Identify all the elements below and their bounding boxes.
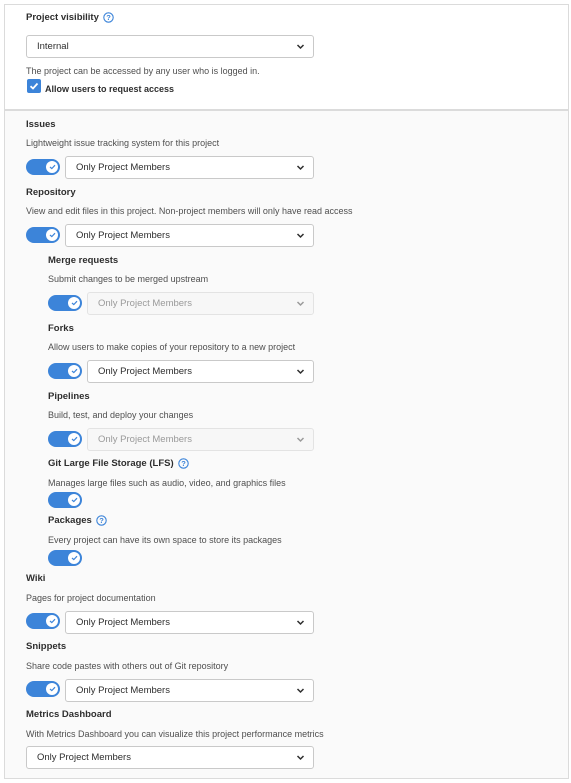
toggle-knob bbox=[46, 161, 58, 173]
check-icon bbox=[49, 164, 55, 170]
visibility-select[interactable]: Internal bbox=[26, 35, 314, 58]
snippets-access-select[interactable]: Only Project Members bbox=[65, 679, 314, 702]
metrics-title: Metrics Dashboard bbox=[26, 709, 112, 720]
svg-text:?: ? bbox=[99, 516, 104, 525]
merge-requests-title: Merge requests bbox=[48, 255, 119, 266]
toggle-knob bbox=[68, 365, 80, 377]
lfs-title: Git Large File Storage (LFS) bbox=[48, 458, 174, 469]
lfs-toggle[interactable] bbox=[48, 492, 82, 508]
repository-description: View and edit files in this project. Non… bbox=[26, 206, 353, 216]
repository-access-select[interactable]: Only Project Members bbox=[65, 224, 314, 247]
toggle-knob bbox=[68, 433, 80, 445]
pipelines-toggle[interactable] bbox=[48, 431, 82, 447]
toggle-knob bbox=[68, 297, 80, 309]
lfs-description: Manages large files such as audio, video… bbox=[48, 478, 286, 488]
check-icon bbox=[71, 300, 77, 306]
toggle-knob bbox=[46, 229, 58, 241]
svg-text:?: ? bbox=[106, 13, 111, 22]
question-circle-icon[interactable]: ? bbox=[103, 12, 114, 23]
pipelines-title: Pipelines bbox=[48, 391, 90, 402]
merge-requests-access-select: Only Project Members bbox=[87, 292, 314, 315]
issues-title: Issues bbox=[26, 119, 56, 130]
snippets-description: Share code pastes with others out of Git… bbox=[26, 661, 229, 671]
issues-toggle[interactable] bbox=[26, 159, 60, 175]
wiki-toggle[interactable] bbox=[26, 613, 60, 629]
pipelines-access-select: Only Project Members bbox=[87, 428, 314, 451]
issues-access-value: Only Project Members bbox=[76, 162, 170, 173]
packages-toggle[interactable] bbox=[48, 550, 82, 566]
chevron-down-icon bbox=[296, 755, 305, 761]
packages-heading: Packages ? bbox=[48, 515, 107, 526]
question-circle-icon[interactable]: ? bbox=[177, 458, 189, 469]
question-circle-icon[interactable]: ? bbox=[96, 515, 107, 526]
toggle-knob bbox=[68, 552, 80, 564]
pipelines-access-value: Only Project Members bbox=[98, 434, 192, 445]
snippets-title: Snippets bbox=[26, 641, 67, 652]
wiki-title: Wiki bbox=[26, 573, 46, 584]
lfs-heading: Git Large File Storage (LFS) ? bbox=[48, 458, 189, 469]
forks-title: Forks bbox=[48, 323, 74, 334]
wiki-description: Pages for project documentation bbox=[26, 593, 156, 603]
chevron-down-icon bbox=[296, 369, 305, 375]
merge-requests-description: Submit changes to be merged upstream bbox=[48, 274, 209, 284]
repository-access-value: Only Project Members bbox=[76, 230, 170, 241]
metrics-access-select[interactable]: Only Project Members bbox=[26, 746, 314, 769]
chevron-down-icon bbox=[296, 165, 305, 171]
check-icon bbox=[49, 232, 55, 238]
chevron-down-icon bbox=[296, 437, 305, 443]
issues-description: Lightweight issue tracking system for th… bbox=[26, 138, 220, 148]
metrics-access-value: Only Project Members bbox=[37, 752, 131, 763]
visibility-title: Project visibility bbox=[26, 12, 99, 23]
chevron-down-icon bbox=[296, 688, 305, 694]
check-icon bbox=[29, 82, 39, 90]
toggle-knob bbox=[68, 494, 80, 506]
check-icon bbox=[71, 497, 77, 503]
chevron-down-icon bbox=[296, 233, 305, 239]
packages-description: Every project can have its own space to … bbox=[48, 535, 282, 545]
snippets-access-value: Only Project Members bbox=[76, 685, 170, 696]
wiki-access-select[interactable]: Only Project Members bbox=[65, 611, 314, 634]
forks-access-select[interactable]: Only Project Members bbox=[87, 360, 314, 383]
forks-access-value: Only Project Members bbox=[98, 366, 192, 377]
toggle-knob bbox=[46, 683, 58, 695]
chevron-down-icon bbox=[296, 44, 305, 50]
visibility-description: The project can be accessed by any user … bbox=[26, 66, 260, 76]
check-icon bbox=[71, 436, 77, 442]
repository-title: Repository bbox=[26, 187, 76, 198]
svg-text:?: ? bbox=[181, 459, 186, 468]
request-access-label[interactable]: Allow users to request access bbox=[45, 84, 174, 94]
visibility-select-value: Internal bbox=[37, 41, 69, 52]
repository-toggle[interactable] bbox=[26, 227, 60, 243]
wiki-access-value: Only Project Members bbox=[76, 617, 170, 628]
check-icon bbox=[71, 368, 77, 374]
request-access-checkbox[interactable] bbox=[27, 79, 41, 93]
packages-title: Packages bbox=[48, 515, 92, 526]
check-icon bbox=[49, 618, 55, 624]
toggle-knob bbox=[46, 615, 58, 627]
check-icon bbox=[71, 555, 77, 561]
merge-requests-toggle[interactable] bbox=[48, 295, 82, 311]
pipelines-description: Build, test, and deploy your changes bbox=[48, 410, 194, 420]
visibility-heading: Project visibility ? bbox=[26, 12, 114, 23]
check-icon bbox=[49, 686, 55, 692]
forks-toggle[interactable] bbox=[48, 363, 82, 379]
metrics-description: With Metrics Dashboard you can visualize… bbox=[26, 729, 324, 739]
forks-description: Allow users to make copies of your repos… bbox=[48, 342, 296, 352]
chevron-down-icon bbox=[296, 301, 305, 307]
chevron-down-icon bbox=[296, 620, 305, 626]
issues-access-select[interactable]: Only Project Members bbox=[65, 156, 314, 179]
merge-requests-access-value: Only Project Members bbox=[98, 298, 192, 309]
snippets-toggle[interactable] bbox=[26, 681, 60, 697]
